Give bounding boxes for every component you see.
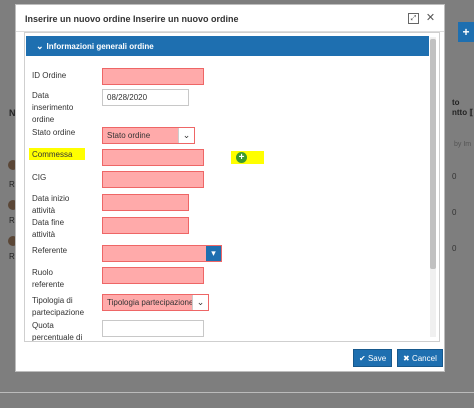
scrollbar[interactable]	[430, 37, 436, 337]
close-icon: ✖	[403, 354, 410, 363]
close-icon[interactable]: ✕	[425, 13, 436, 24]
data-fine-label: Data fine attività	[32, 218, 65, 239]
tipologia-select[interactable]: Tipologia partecipazione ⌄	[102, 294, 209, 311]
background-divider	[0, 392, 474, 393]
data-inserimento-input[interactable]: 08/28/2020	[102, 89, 189, 106]
cancel-label: Cancel	[411, 354, 437, 363]
add-icon[interactable]: +	[236, 152, 247, 163]
modal-title: Inserire un nuovo ordine Inserire un nuo…	[25, 14, 239, 24]
background-column-header-right: to ntto ⟦	[452, 98, 474, 117]
chevron-down-icon: ⌄	[36, 41, 44, 51]
referente-label: Referente	[32, 246, 68, 255]
expand-icon[interactable]: ⤢	[408, 13, 419, 24]
id-ordine-input[interactable]	[102, 68, 204, 85]
referente-select[interactable]: ▾	[102, 245, 222, 262]
scrollbar-thumb[interactable]	[430, 39, 436, 269]
chevron-down-icon: ⌄	[178, 128, 194, 143]
background-row-value: 0	[452, 172, 457, 181]
new-order-modal: Inserire un nuovo ordine Inserire un nuo…	[15, 4, 445, 372]
tipologia-value: Tipologia partecipazione	[107, 298, 194, 307]
save-button[interactable]: ✔ Save	[353, 349, 393, 367]
data-inizio-label: Data inizio attività	[32, 194, 70, 215]
cig-label: CIG	[32, 173, 47, 182]
stato-ordine-label: Stato ordine	[32, 128, 76, 137]
panel-title: Informazioni generali ordine	[46, 42, 154, 51]
ruolo-referente-input[interactable]	[102, 267, 204, 284]
commessa-input[interactable]	[102, 149, 204, 166]
quota-label: Quota percentuale di RTI	[32, 321, 83, 342]
commessa-label: Commessa	[32, 150, 73, 159]
chevron-down-icon: ⌄	[192, 295, 208, 310]
stato-ordine-select[interactable]: Stato ordine ⌄	[102, 127, 195, 144]
stato-ordine-value: Stato ordine	[107, 131, 151, 140]
modal-body: ⌄ Informazioni generali ordine ID Ordine …	[24, 32, 440, 342]
background-add-button[interactable]: +	[458, 22, 474, 42]
background-row-value: 0	[452, 244, 457, 253]
cancel-button[interactable]: ✖ Cancel	[397, 349, 443, 367]
id-ordine-label: ID Ordine	[32, 71, 67, 80]
background-filter-text: by Im	[454, 141, 472, 148]
cig-input[interactable]	[102, 171, 204, 188]
ruolo-referente-label: Ruolo referente	[32, 268, 65, 289]
chevron-down-icon: ▾	[206, 246, 221, 261]
modal-footer: ✔ Save ✖ Cancel	[16, 342, 444, 372]
tipologia-label: Tipologia di partecipazione	[32, 296, 85, 317]
data-inizio-input[interactable]	[102, 194, 189, 211]
save-icon: ✔	[359, 354, 366, 363]
quota-input[interactable]	[102, 320, 204, 337]
background-row-value: 0	[452, 208, 457, 217]
data-fine-input[interactable]	[102, 217, 189, 234]
save-label: Save	[367, 354, 387, 363]
data-inserimento-label: Data inserimento ordine	[32, 91, 74, 124]
panel-header[interactable]: ⌄ Informazioni generali ordine	[26, 36, 429, 56]
